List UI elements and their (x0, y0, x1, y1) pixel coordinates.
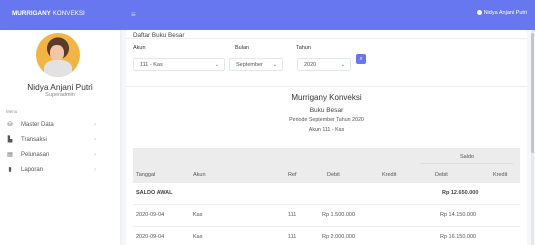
bulan-select-value: September (236, 62, 263, 68)
chevron-right-icon: › (94, 136, 96, 143)
chevron-right-icon: › (94, 121, 96, 128)
main-content: Daftar Buku Besar Akun 111 - Kas ⌄ Bulan… (120, 30, 535, 245)
sidebar-item-label: Pelunasan (21, 151, 50, 158)
search-icon: ⌕ (359, 56, 363, 62)
th-kredit: Kredit (382, 172, 397, 178)
report-company: Murrigany Konveksi (291, 93, 362, 102)
sidebar-menu: ⛁ Master Data › ▙ Transaksi › ▤ Pelunasa… (0, 117, 120, 177)
cell-akun: Kas (193, 234, 203, 240)
brand-logo[interactable]: MURRIGANY KONVEKSI (0, 0, 120, 30)
report-period: Periode September Tahun 2020 (289, 117, 364, 123)
sidebar-item-label: Master Data (21, 121, 54, 128)
akun-select-value: 111 - Kas (140, 62, 163, 68)
sidebar-user-role: Superadmin (45, 92, 75, 98)
chevron-right-icon: › (94, 166, 96, 173)
th-ref: Ref (288, 172, 297, 178)
scrollbar-thumb[interactable] (531, 33, 534, 153)
th-saldo-debit: Debit (435, 172, 448, 178)
chevron-down-icon: ⌄ (214, 62, 219, 68)
money-icon: ▤ (7, 151, 13, 158)
th-debit: Debit (327, 172, 340, 178)
brand-name-rest: KONVEKSI (50, 10, 85, 17)
top-navbar: MURRIGANY KONVEKSI ≡ Nidya Anjani Putri (0, 0, 535, 30)
chevron-down-icon: ⌄ (340, 62, 345, 68)
table-header: Tanggal Akun Ref Debit Kredit Saldo Debi… (133, 148, 520, 183)
cell-akun: Kas (193, 212, 203, 218)
user-dropdown[interactable]: Nidya Anjani Putri (476, 10, 527, 16)
cell-saldo-debit: Rp 14.150.000 (440, 212, 477, 218)
ledger-card: Daftar Buku Besar Akun 111 - Kas ⌄ Bulan… (126, 30, 527, 245)
saldo-awal-label: SALDO AWAL (136, 190, 173, 196)
th-saldo-kredit: Kredit (493, 172, 508, 178)
akun-label: Akun (133, 45, 146, 51)
sidebar-user-name: Nidya Anjani Putri (27, 82, 93, 92)
brand-name-bold: MURRIGANY (12, 10, 51, 17)
report-book-title: Buku Besar (309, 107, 344, 114)
sidebar-item-label: Transaksi (21, 136, 47, 143)
database-icon: ⛁ (7, 121, 13, 128)
menu-header: Menu (6, 109, 18, 114)
cell-tanggal: 2020-09-04 (136, 212, 165, 218)
menu-icon[interactable]: ≡ (131, 10, 141, 19)
th-akun: Akun (193, 172, 206, 178)
cell-ref: 111 (288, 234, 297, 240)
navbar-bg (120, 0, 535, 30)
saldo-awal-debit: Rp 12.650.000 (442, 190, 479, 196)
tahun-select[interactable]: 2020 ⌄ (297, 58, 351, 71)
table-row: 2020-09-04 Kas 111 Rp 2.000.000 Rp 16.15… (133, 227, 520, 245)
user-dropdown-name: Nidya Anjani Putri (483, 10, 527, 16)
table-row: 2020-09-04 Kas 111 Rp 1.500.000 Rp 14.15… (133, 205, 520, 227)
avatar (36, 33, 80, 77)
sidebar: Nidya Anjani Putri Superadmin Menu ⛁ Mas… (0, 30, 120, 245)
divider (126, 38, 527, 39)
akun-select[interactable]: 111 - Kas ⌄ (133, 58, 225, 71)
bulan-label: Bulan (235, 45, 250, 51)
sidebar-item-transaksi[interactable]: ▙ Transaksi › (0, 132, 120, 147)
tahun-select-value: 2020 (304, 62, 317, 68)
bulan-select[interactable]: September ⌄ (229, 58, 283, 71)
cell-ref: 111 (288, 212, 297, 218)
report-account: Akun 111 - Kas (308, 127, 345, 133)
th-tanggal: Tanggal (136, 172, 156, 178)
sidebar-item-pelunasan[interactable]: ▤ Pelunasan › (0, 147, 120, 162)
sidebar-item-label: Laporan (21, 166, 44, 173)
table-row-saldo-awal: SALDO AWAL Rp 12.650.000 (133, 183, 520, 205)
sidebar-item-master-data[interactable]: ⛁ Master Data › (0, 117, 120, 132)
cell-tanggal: 2020-09-04 (136, 234, 165, 240)
divider (126, 86, 527, 87)
tahun-label: Tahun (296, 45, 311, 51)
cell-debit: Rp 2.000.000 (322, 234, 356, 240)
sidebar-item-laporan[interactable]: ▮ Laporan › (0, 162, 120, 177)
cart-icon: ▙ (7, 136, 13, 143)
chevron-right-icon: › (94, 151, 96, 158)
saldo-divider (420, 163, 513, 164)
user-icon (476, 10, 482, 15)
search-button[interactable]: ⌕ (356, 54, 366, 64)
th-saldo: Saldo (460, 154, 475, 160)
chevron-down-icon: ⌄ (272, 62, 277, 68)
cell-debit: Rp 1.500.000 (322, 212, 356, 218)
file-icon: ▮ (8, 166, 12, 173)
cell-saldo-debit: Rp 16.150.000 (440, 234, 477, 240)
